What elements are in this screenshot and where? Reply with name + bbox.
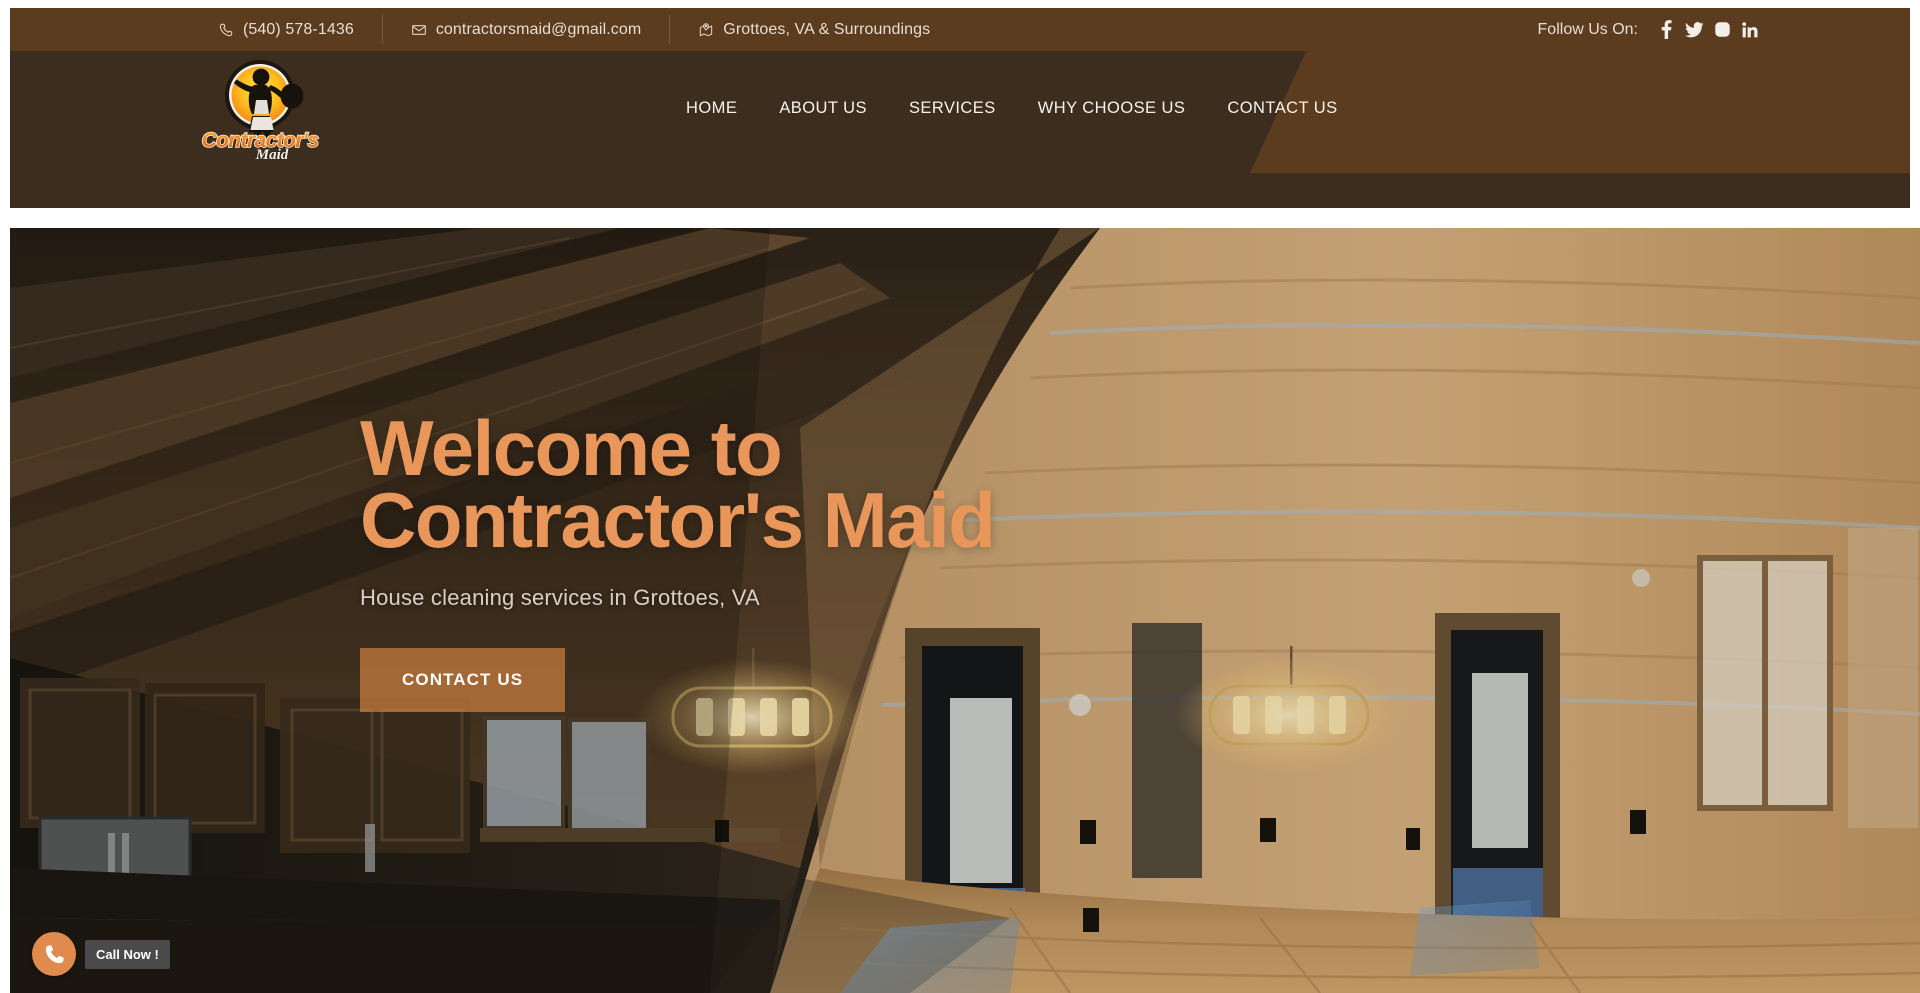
top-contact-bar: (540) 578-1436 contractorsmaid@gmail.com — [10, 8, 1910, 51]
follow-us-label: Follow Us On: — [1537, 20, 1638, 38]
hero-subtitle: House cleaning services in Grottoes, VA — [360, 584, 760, 610]
call-now-tooltip: Call Now ! — [85, 939, 170, 969]
landing-page: (540) 578-1436 contractorsmaid@gmail.com — [0, 0, 1920, 993]
hero-title-line1: Welcome to — [360, 404, 783, 492]
phone-icon — [218, 22, 234, 38]
nav-why-choose-us[interactable]: WHY CHOOSE US — [1017, 89, 1207, 128]
topbar-email[interactable]: contractorsmaid@gmail.com — [381, 15, 669, 44]
top-contact-list: (540) 578-1436 contractorsmaid@gmail.com — [190, 15, 958, 44]
topbar-phone-text: (540) 578-1436 — [243, 20, 354, 38]
hero-title-line2: Contractor's Maid — [360, 475, 996, 564]
main-navigation: HOME ABOUT US SERVICES WHY CHOOSE US CON… — [668, 89, 1359, 128]
site-header: Contractor's Maid HOME ABOUT US SERVICES… — [10, 43, 1910, 208]
nav-contact-us[interactable]: CONTACT US — [1206, 89, 1358, 128]
hero-contact-us-button[interactable]: CONTACT US — [360, 647, 566, 712]
topbar-location-text: Grottoes, VA & Surroundings — [723, 20, 931, 38]
header-content: Contractor's Maid HOME ABOUT US SERVICES… — [10, 43, 1910, 173]
linkedin-icon[interactable] — [1736, 17, 1764, 43]
topbar-phone[interactable]: (540) 578-1436 — [190, 15, 382, 44]
social-links: Follow Us On: — [1538, 17, 1764, 43]
hero-title: Welcome to Contractor's Maid — [360, 404, 1360, 564]
hero-content: Welcome to Contractor's Maid House clean… — [360, 404, 1360, 712]
twitter-icon[interactable] — [1680, 17, 1708, 43]
nav-about-us[interactable]: ABOUT US — [758, 89, 888, 128]
topbar-email-text: contractorsmaid@gmail.com — [435, 20, 642, 38]
nav-home[interactable]: HOME — [668, 89, 758, 128]
instagram-icon[interactable] — [1708, 17, 1736, 43]
contractors-maid-logo[interactable]: Contractor's Maid — [200, 54, 320, 162]
envelope-icon — [411, 22, 427, 38]
svg-text:Maid: Maid — [255, 147, 289, 162]
topbar-location[interactable]: Grottoes, VA & Surroundings — [669, 15, 958, 44]
nav-services[interactable]: SERVICES — [888, 89, 1017, 128]
call-now-widget[interactable]: Call Now ! — [32, 932, 170, 976]
phone-filled-icon[interactable] — [32, 932, 76, 976]
location-pin-icon — [698, 22, 714, 38]
hero-section: Welcome to Contractor's Maid House clean… — [10, 228, 1920, 993]
facebook-icon[interactable] — [1652, 17, 1680, 43]
